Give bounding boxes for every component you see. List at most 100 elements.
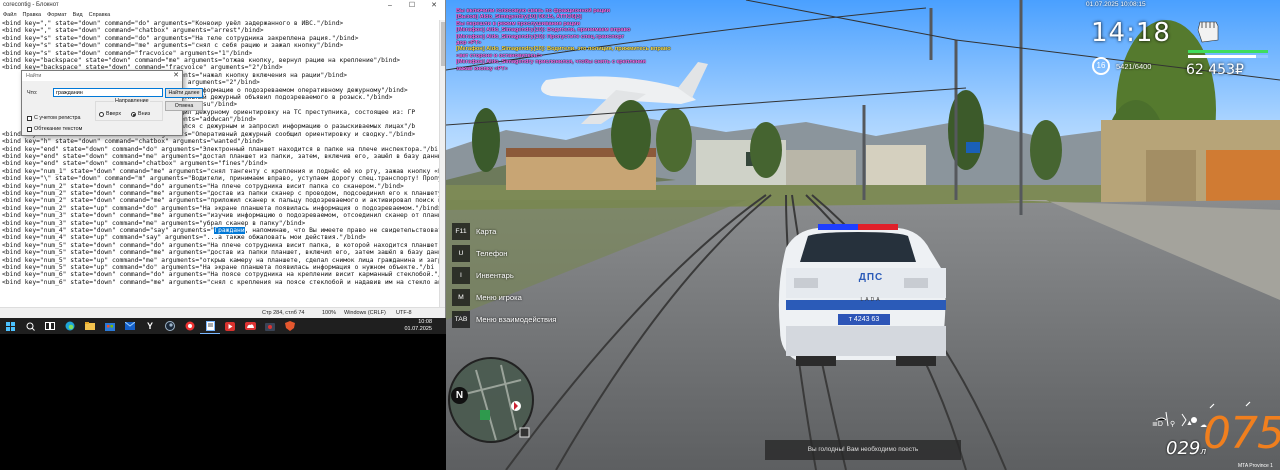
find-input[interactable]	[53, 88, 163, 97]
match-case-checkbox[interactable]: С учетом регистра	[27, 115, 80, 121]
health-bar	[1188, 50, 1268, 53]
screenshot-app-icon[interactable]	[260, 318, 280, 334]
scroll-thumb[interactable]	[441, 22, 445, 66]
antivirus-icon[interactable]	[280, 318, 300, 334]
car-brand: LADA	[860, 297, 882, 303]
edge-browser-icon[interactable]	[60, 318, 80, 334]
hint-label: Инвентарь	[476, 271, 514, 280]
text-line[interactable]: <bind key="end" state="down" command="ch…	[2, 160, 439, 167]
armor-bar	[1188, 55, 1256, 58]
game-viewport[interactable]: 75	[446, 0, 1280, 470]
game-launcher-icon[interactable]	[180, 318, 200, 334]
windows-start-icon[interactable]	[0, 318, 20, 334]
text-line[interactable]: <bind key="num_1" state="down" command="…	[2, 168, 439, 175]
taskbar-date: 01.07.2025	[404, 325, 432, 332]
yandex-browser-icon[interactable]: Y	[140, 318, 160, 334]
text-line[interactable]: <bind key="h" state="down" command="chat…	[2, 138, 439, 145]
text-line[interactable]: <bind key="end" state="down" command="me…	[2, 153, 439, 160]
health-armor-bars	[1188, 50, 1268, 60]
cancel-button[interactable]: Отмена	[165, 101, 203, 111]
notepad-scrollbar[interactable]	[439, 20, 445, 307]
notepad-statusbar: Стр 284, стлб 74 100% Windows (CRLF) UTF…	[0, 307, 445, 318]
menu-hint[interactable]: U Телефон	[452, 245, 556, 262]
mail-icon[interactable]	[120, 318, 140, 334]
close-icon[interactable]: ✕	[423, 0, 445, 10]
hint-key: I	[452, 267, 470, 284]
menu-edit[interactable]: Правка	[23, 12, 42, 18]
compass-north-icon: N	[451, 387, 468, 404]
menu-help[interactable]: Справка	[89, 12, 111, 18]
line-endings: Windows (CRLF)	[344, 310, 386, 316]
media-player-icon[interactable]	[220, 318, 240, 334]
menu-hint[interactable]: M Меню игрока	[452, 289, 556, 306]
engine-icon: ▲	[1186, 420, 1193, 427]
store-icon[interactable]	[100, 318, 120, 334]
checkbox-icon	[27, 126, 32, 132]
cloud-app-icon[interactable]	[240, 318, 260, 334]
find-next-button[interactable]: Найти далее	[165, 88, 203, 98]
text-line[interactable]: <bind key="," state="down" command="chat…	[2, 27, 439, 34]
maximize-icon[interactable]: ☐	[401, 0, 423, 10]
hud-datetime: 01.07.2025 10:08:15	[1086, 1, 1146, 8]
checkbox-label: С учетом регистра	[34, 115, 81, 121]
find-label: Что:	[27, 90, 38, 96]
minimize-icon[interactable]: –	[379, 0, 401, 10]
text-line[interactable]: <bind key="num_2" state="down" command="…	[2, 183, 439, 190]
text-line[interactable]: <bind key="s" state="down" command="do" …	[2, 35, 439, 42]
menu-hint[interactable]: F11 Карта	[452, 223, 556, 240]
search-highlight: Граждани	[214, 226, 245, 234]
menu-format[interactable]: Формат	[47, 12, 67, 18]
menu-hint[interactable]: I Инвентарь	[452, 267, 556, 284]
notepad-titlebar[interactable]: corecontig - Блокнот – ☐ ✕	[0, 0, 445, 10]
menu-view[interactable]: Вид	[73, 12, 83, 18]
direction-down-radio[interactable]: Вниз	[131, 111, 150, 117]
fuel-level: 029л	[1166, 438, 1206, 459]
text-line[interactable]: <bind key="num_4" state="up" command="sa…	[2, 234, 439, 241]
server-name: MTA Province 1	[1238, 463, 1273, 469]
direction-group: Направление Вверх Вниз	[95, 98, 163, 121]
text-line[interactable]: <bind key="num_3" state="up" command="me…	[2, 220, 439, 227]
notepad-task-icon[interactable]	[200, 318, 220, 334]
text-line[interactable]: <bind key="backspace" state="down" comma…	[2, 57, 439, 64]
chat-message: зажав кнопку «РТ»	[456, 65, 508, 72]
menu-hint[interactable]: TAB Меню взаимодействия	[452, 311, 556, 328]
text-line[interactable]: <bind key="num_5" state="down" command="…	[2, 242, 439, 249]
text-line[interactable]: <bind key="num_2" state="down" command="…	[2, 190, 439, 197]
seatbelt-icon: ⚲	[1170, 421, 1176, 428]
text-line[interactable]: <bind key="num_5" state="up" command="do…	[2, 264, 439, 271]
notepad-text-area[interactable]: <bind key="," state="down" command="do" …	[0, 20, 439, 307]
police-car	[778, 224, 946, 366]
text-line[interactable]: <bind key="s" state="down" command="frac…	[2, 50, 439, 57]
experience-counter: 5421/6400	[1116, 62, 1152, 71]
task-view-icon[interactable]	[40, 318, 60, 334]
file-explorer-icon[interactable]	[80, 318, 100, 334]
hint-label: Меню игрока	[476, 293, 522, 302]
taskbar-clock[interactable]: 10:08 01.07.2025	[404, 319, 432, 332]
text-line[interactable]: <bind key="num_6" state="down" command="…	[2, 279, 439, 286]
find-dialog[interactable]: Найти ✕ Что: Найти далее Отмена Направле…	[21, 70, 203, 136]
text-line[interactable]: <bind key="num_2" state="down" command="…	[2, 197, 439, 204]
close-icon[interactable]: ✕	[173, 71, 179, 81]
steam-icon[interactable]	[160, 318, 180, 334]
notepad-window[interactable]: corecontig - Блокнот – ☐ ✕ Файл Правка Ф…	[0, 0, 446, 318]
text-line[interactable]: <bind key="num_4" state="down" command="…	[2, 226, 439, 234]
text-line[interactable]: <bind key="end" state="down" command="do…	[2, 146, 439, 153]
hud-clock: 14:18	[1091, 18, 1171, 48]
radio-icon	[99, 111, 104, 117]
text-line[interactable]: <bind key="num_6" state="down" command="…	[2, 271, 439, 278]
menu-file[interactable]: Файл	[3, 12, 17, 18]
level-badge: 16	[1092, 57, 1110, 75]
search-icon[interactable]	[20, 318, 40, 334]
text-line[interactable]: <bind key="num_5" state="up" command="me…	[2, 257, 439, 264]
text-line[interactable]: <bind key="num_2" state="up" command="do…	[2, 205, 439, 212]
text-line[interactable]: <bind key="num_3" state="down" command="…	[2, 212, 439, 219]
text-line[interactable]: <bind key="," state="down" command="do" …	[2, 20, 439, 27]
direction-up-radio[interactable]: Вверх	[99, 111, 121, 117]
text-line[interactable]: <bind key="\" state="down" command="m" a…	[2, 175, 439, 182]
notepad-title: corecontig - Блокнот	[3, 2, 59, 8]
fuel-value: 029	[1166, 438, 1201, 459]
text-line[interactable]: <bind key="s" state="down" command="me" …	[2, 42, 439, 49]
wrap-checkbox[interactable]: Обтекание текстом	[27, 126, 82, 132]
fist-icon	[1197, 21, 1219, 43]
text-line[interactable]: <bind key="num_5" state="down" command="…	[2, 249, 439, 256]
